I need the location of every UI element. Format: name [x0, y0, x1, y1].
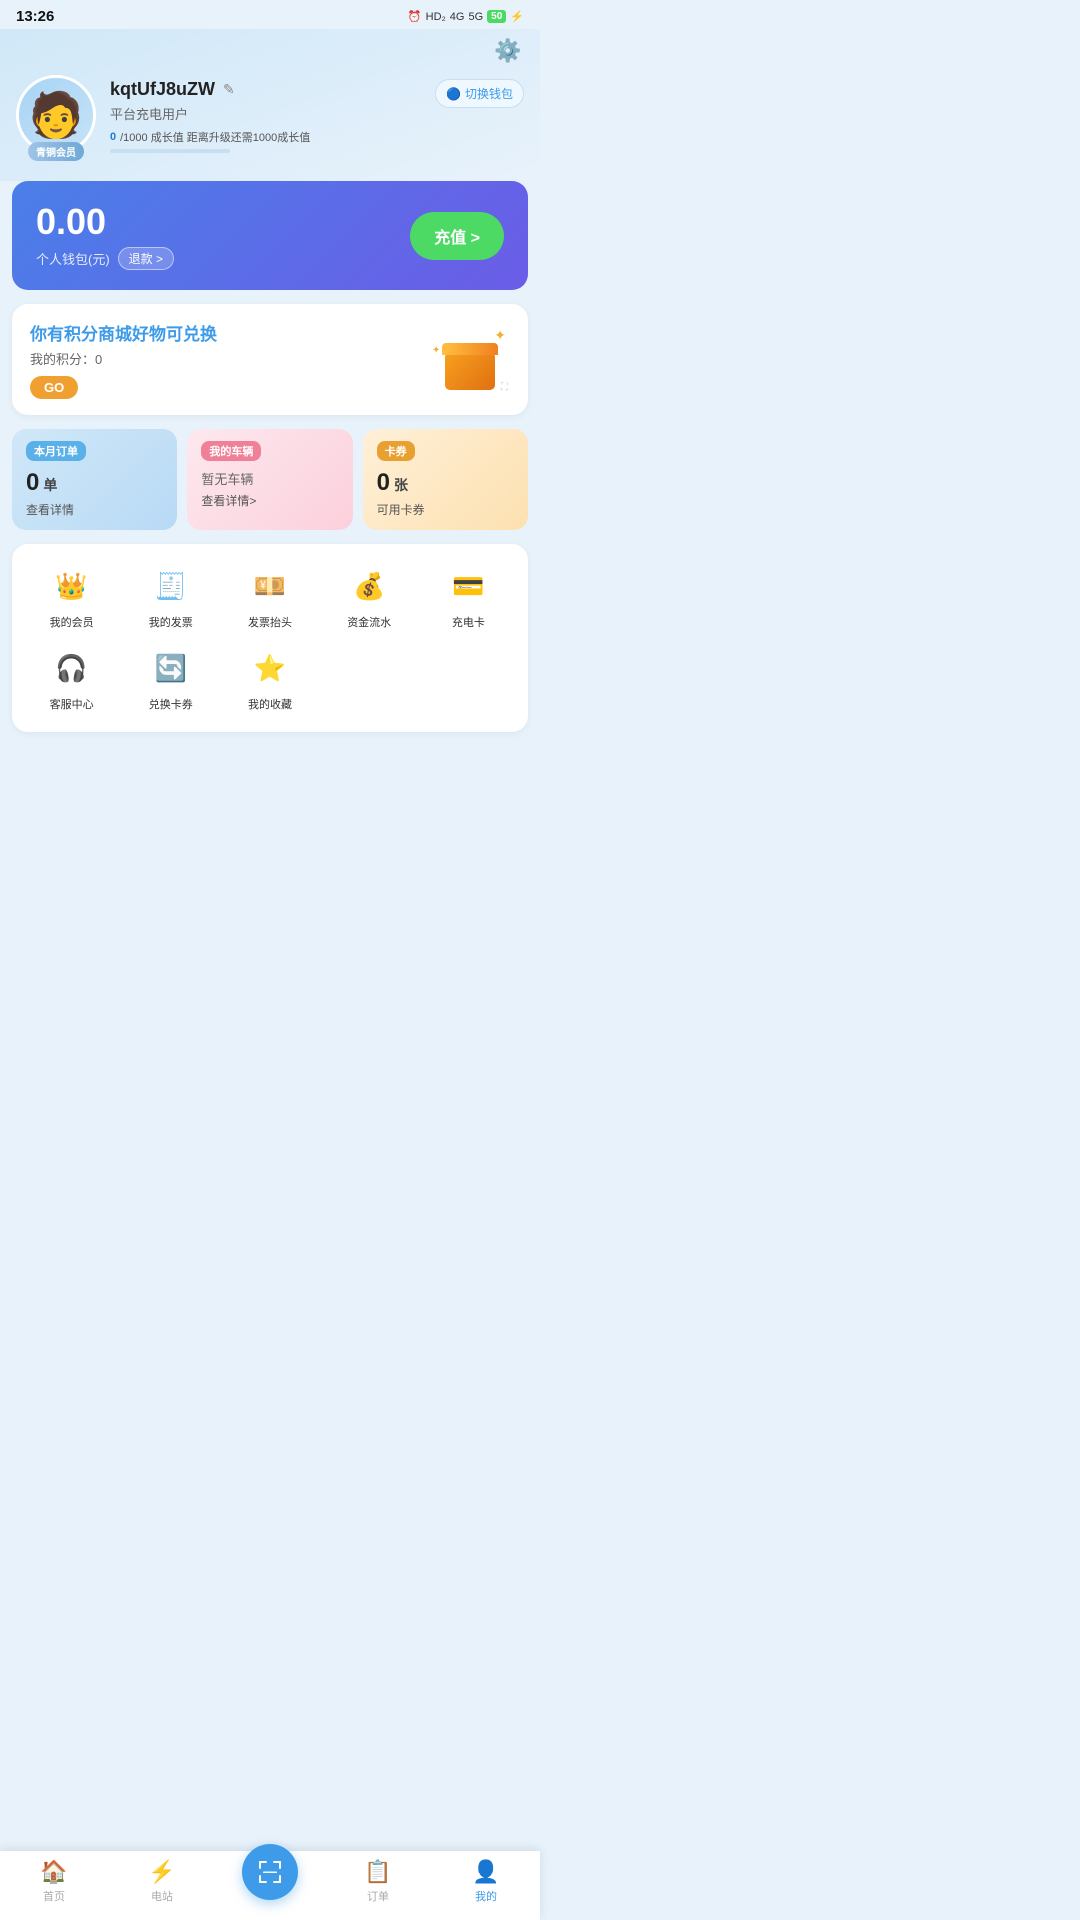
- menu-icon-fund-flow: 💰: [347, 564, 391, 608]
- wallet-info: 0.00 个人钱包(元) 退款 >: [36, 201, 174, 270]
- nav-station-label: 电站: [151, 1888, 173, 1904]
- switch-wallet-button[interactable]: 🔵 切换钱包: [435, 79, 524, 108]
- header-section: ⚙️ 🧑 青铜会员 kqtUfJ8uZW ✎ 平台充电用户 0 /1000 成长…: [0, 29, 540, 181]
- growth-row: 0 /1000 成长值 距离升级还需1000成长值: [110, 129, 421, 145]
- menu-grid: 👑 我的会员 🧾 我的发票 💴 发票抬头 💰 资金流水 💳 充电卡 🎧 客服中心…: [22, 564, 518, 712]
- edit-username-icon[interactable]: ✎: [223, 81, 235, 98]
- menu-item-charge-card[interactable]: 💳 充电卡: [419, 564, 518, 630]
- menu-label-my-favorites: 我的收藏: [248, 696, 292, 712]
- status-time: 13:26: [16, 8, 54, 25]
- menu-icon-invoice-header: 💴: [248, 564, 292, 608]
- menu-label-fund-flow: 资金流水: [347, 614, 391, 630]
- vehicles-empty: 暂无车辆: [201, 469, 338, 488]
- scan-icon: [256, 1858, 284, 1886]
- status-bar: 13:26 ⏰ HD₂ 4G 5G 50 ⚡: [0, 0, 540, 29]
- nav-home[interactable]: 🏠 首页: [0, 1859, 108, 1904]
- member-badge: 青铜会员: [28, 142, 84, 161]
- nav-mine[interactable]: 👤 我的: [432, 1859, 540, 1904]
- menu-label-member: 我的会员: [50, 614, 94, 630]
- bottom-nav: 🏠 首页 ⚡ 电站 📋 订单 👤 我的: [0, 1851, 540, 1920]
- menu-item-invoice[interactable]: 🧾 我的发票: [121, 564, 220, 630]
- go-button[interactable]: GO: [30, 376, 78, 399]
- growth-bar: [110, 149, 230, 153]
- nav-orders[interactable]: 📋 订单: [324, 1859, 432, 1904]
- nav-station[interactable]: ⚡ 电站: [108, 1859, 216, 1904]
- vehicles-card[interactable]: 我的车辆 暂无车辆 查看详情>: [187, 429, 352, 530]
- wallet-icon: 🔵: [446, 87, 461, 101]
- orders-icon: 📋: [364, 1859, 391, 1885]
- menu-item-customer-service[interactable]: 🎧 客服中心: [22, 646, 121, 712]
- coupons-desc: 可用卡券: [377, 501, 514, 518]
- menu-item-exchange-coupon[interactable]: 🔄 兑换卡券: [121, 646, 220, 712]
- topup-button[interactable]: 充值 >: [410, 212, 504, 260]
- menu-icon-customer-service: 🎧: [50, 646, 94, 690]
- menu-item-invoice-header[interactable]: 💴 发票抬头: [220, 564, 319, 630]
- coupons-card[interactable]: 卡券 0 张 可用卡券: [363, 429, 528, 530]
- mine-icon: 👤: [472, 1859, 499, 1885]
- main-content: 0.00 个人钱包(元) 退款 > 充值 > 你有积分商城好物可兑换 我的积分：…: [0, 181, 540, 826]
- wallet-amount: 0.00: [36, 201, 174, 243]
- username-label: kqtUfJ8uZW: [110, 79, 215, 100]
- menu-label-charge-card: 充电卡: [452, 614, 485, 630]
- profile-section: 🧑 青铜会员 kqtUfJ8uZW ✎ 平台充电用户 0 /1000 成长值 距…: [16, 75, 524, 155]
- menu-label-customer-service: 客服中心: [50, 696, 94, 712]
- points-banner: 你有积分商城好物可兑换 我的积分：0 GO ✦ ✦ ⛶: [12, 304, 528, 415]
- user-type-label: 平台充电用户: [110, 104, 421, 123]
- monthly-orders-detail[interactable]: 查看详情: [26, 501, 163, 518]
- monthly-orders-label: 本月订单: [26, 441, 86, 461]
- username-row: kqtUfJ8uZW ✎: [110, 79, 421, 100]
- menu-icon-charge-card: 💳: [446, 564, 490, 608]
- menu-item-member[interactable]: 👑 我的会员: [22, 564, 121, 630]
- station-icon: ⚡: [148, 1859, 175, 1885]
- home-icon: 🏠: [40, 1859, 67, 1885]
- monthly-orders-card[interactable]: 本月订单 0 单 查看详情: [12, 429, 177, 530]
- nav-home-label: 首页: [43, 1888, 65, 1904]
- wallet-label-row: 个人钱包(元) 退款 >: [36, 247, 174, 270]
- menu-section: 👑 我的会员 🧾 我的发票 💴 发票抬头 💰 资金流水 💳 充电卡 🎧 客服中心…: [12, 544, 528, 732]
- menu-icon-exchange-coupon: 🔄: [149, 646, 193, 690]
- vehicles-detail[interactable]: 查看详情>: [201, 492, 338, 509]
- battery-indicator: 50: [487, 10, 506, 23]
- menu-label-exchange-coupon: 兑换卡券: [149, 696, 193, 712]
- monthly-orders-value: 0 单: [26, 469, 163, 497]
- settings-row: ⚙️: [16, 29, 524, 75]
- coupons-label: 卡券: [377, 441, 415, 461]
- menu-label-invoice-header: 发票抬头: [248, 614, 292, 630]
- scan-button[interactable]: [242, 1844, 298, 1900]
- points-title: 你有积分商城好物可兑换: [30, 320, 217, 345]
- nav-mine-label: 我的: [475, 1888, 497, 1904]
- nav-center: [216, 1864, 324, 1900]
- wallet-card: 0.00 个人钱包(元) 退款 > 充值 >: [12, 181, 528, 290]
- status-icons: ⏰ HD₂ 4G 5G 50 ⚡: [408, 10, 524, 23]
- nav-orders-label: 订单: [367, 1888, 389, 1904]
- refund-button[interactable]: 退款 >: [118, 247, 174, 270]
- settings-button[interactable]: ⚙️: [492, 35, 524, 67]
- points-image: ✦ ✦ ⛶: [430, 325, 510, 395]
- menu-icon-member: 👑: [50, 564, 94, 608]
- profile-info: kqtUfJ8uZW ✎ 平台充电用户 0 /1000 成长值 距离升级还需10…: [110, 75, 421, 153]
- points-score: 我的积分：0: [30, 349, 217, 368]
- avatar-wrap: 🧑 青铜会员: [16, 75, 96, 155]
- wallet-label: 个人钱包(元): [36, 249, 110, 268]
- menu-item-my-favorites[interactable]: ⭐ 我的收藏: [220, 646, 319, 712]
- menu-item-fund-flow[interactable]: 💰 资金流水: [320, 564, 419, 630]
- vehicles-label: 我的车辆: [201, 441, 261, 461]
- coupons-value: 0 张: [377, 469, 514, 497]
- menu-icon-my-favorites: ⭐: [248, 646, 292, 690]
- growth-current: 0: [110, 131, 116, 143]
- menu-icon-invoice: 🧾: [149, 564, 193, 608]
- switch-wallet-label: 切换钱包: [465, 85, 513, 102]
- menu-label-invoice: 我的发票: [149, 614, 193, 630]
- stats-row: 本月订单 0 单 查看详情 我的车辆 暂无车辆 查看详情> 卡券 0 张 可用卡…: [12, 429, 528, 530]
